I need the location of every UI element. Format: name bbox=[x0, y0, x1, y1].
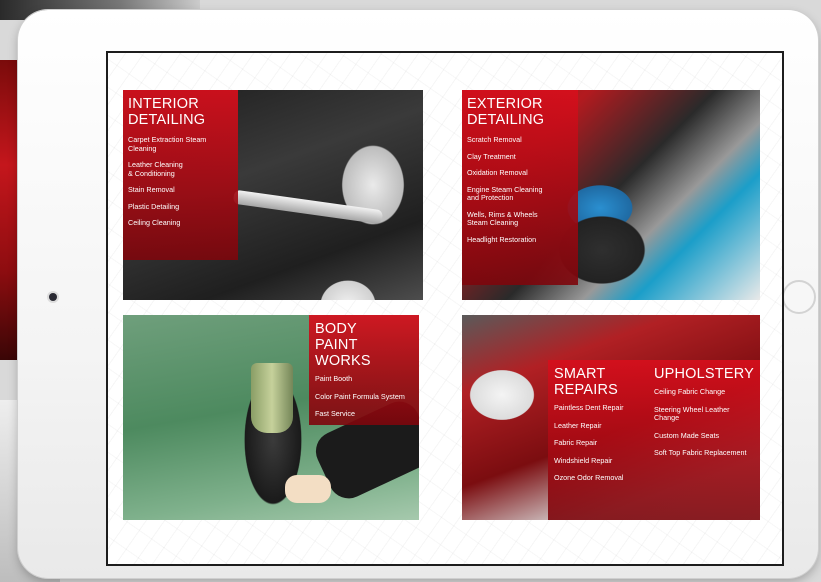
list-item: Scratch Removal bbox=[467, 135, 522, 144]
list-item: Ceiling Cleaning bbox=[128, 218, 181, 227]
list-item: Wells, Rims & Wheels Steam Cleaning bbox=[467, 209, 538, 227]
exterior-detailing-panel[interactable]: EXTERIOR DETAILING Scratch Removal Clay … bbox=[462, 90, 760, 300]
list-item: Steering Wheel Leather Change bbox=[653, 404, 730, 422]
interior-detailing-overlay: INTERIOR DETAILING Carpet Extraction Ste… bbox=[123, 90, 238, 260]
smart-repairs-title: SMART REPAIRS bbox=[554, 366, 618, 398]
list-item: Oxidation Removal bbox=[467, 168, 528, 177]
body-paint-works-title: BODY PAINT WORKS bbox=[315, 321, 371, 369]
interior-detailing-title: INTERIOR DETAILING bbox=[128, 96, 206, 128]
body-paint-works-overlay: BODY PAINT WORKS Paint Booth Color Paint… bbox=[309, 315, 419, 425]
smart-repairs-upholstery-overlay: SMART REPAIRS Paintless Dent Repair Leat… bbox=[548, 360, 760, 520]
list-item: Stain Removal bbox=[128, 185, 175, 194]
exterior-detailing-list: Scratch Removal Clay Treatment Oxidation… bbox=[467, 135, 573, 244]
exterior-detailing-title: EXTERIOR DETAILING bbox=[467, 96, 545, 128]
upholstery-list: Ceiling Fabric Change Steering Wheel Lea… bbox=[653, 387, 754, 458]
home-button-icon[interactable] bbox=[782, 280, 816, 314]
list-item: Ceiling Fabric Change bbox=[653, 387, 726, 396]
interior-detailing-list: Carpet Extraction Steam Cleaning Leather… bbox=[128, 135, 233, 228]
list-item: Fast Service bbox=[315, 409, 355, 418]
list-item: Color Paint Formula System bbox=[315, 391, 405, 401]
list-item: Headlight Restoration bbox=[467, 234, 537, 244]
hand-shape bbox=[285, 475, 331, 503]
body-paint-works-panel[interactable]: BODY PAINT WORKS Paint Booth Color Paint… bbox=[123, 315, 419, 520]
list-item: Plastic Detailing bbox=[128, 201, 180, 211]
list-item: Ozone Odor Removal bbox=[554, 473, 624, 482]
spray-gun-cup-shape bbox=[251, 363, 293, 433]
tablet-screen: INTERIOR DETAILING Carpet Extraction Ste… bbox=[106, 51, 784, 566]
list-item: Engine Steam Cleaning and Protection bbox=[467, 184, 543, 202]
list-item: Paintless Dent Repair bbox=[554, 403, 624, 412]
exterior-detailing-overlay: EXTERIOR DETAILING Scratch Removal Clay … bbox=[462, 90, 578, 285]
list-item: Fabric Repair bbox=[554, 438, 598, 447]
list-item: Carpet Extraction Steam Cleaning bbox=[128, 135, 207, 153]
list-item: Paint Booth bbox=[315, 374, 353, 383]
smart-repairs-list: Paintless Dent Repair Leather Repair Fab… bbox=[554, 403, 650, 483]
list-item: Clay Treatment bbox=[467, 151, 516, 161]
list-item: Soft Top Fabric Replacement bbox=[653, 448, 747, 457]
list-item: Windshield Repair bbox=[554, 455, 613, 465]
tablet-device: INTERIOR DETAILING Carpet Extraction Ste… bbox=[18, 10, 818, 578]
smart-repairs-upholstery-panel[interactable]: SMART REPAIRS Paintless Dent Repair Leat… bbox=[462, 315, 760, 520]
smart-repairs-column: SMART REPAIRS Paintless Dent Repair Leat… bbox=[554, 366, 650, 520]
interior-detailing-panel[interactable]: INTERIOR DETAILING Carpet Extraction Ste… bbox=[123, 90, 423, 300]
body-paint-works-list: Paint Booth Color Paint Formula System F… bbox=[315, 374, 416, 419]
list-item: Leather Cleaning & Conditioning bbox=[128, 160, 183, 178]
upholstery-column: UPHOLSTERY Ceiling Fabric Change Steerin… bbox=[650, 366, 754, 520]
camera-icon bbox=[49, 293, 57, 301]
list-item: Leather Repair bbox=[554, 420, 602, 430]
list-item: Custom Made Seats bbox=[653, 430, 720, 440]
upholstery-title: UPHOLSTERY bbox=[653, 366, 754, 382]
